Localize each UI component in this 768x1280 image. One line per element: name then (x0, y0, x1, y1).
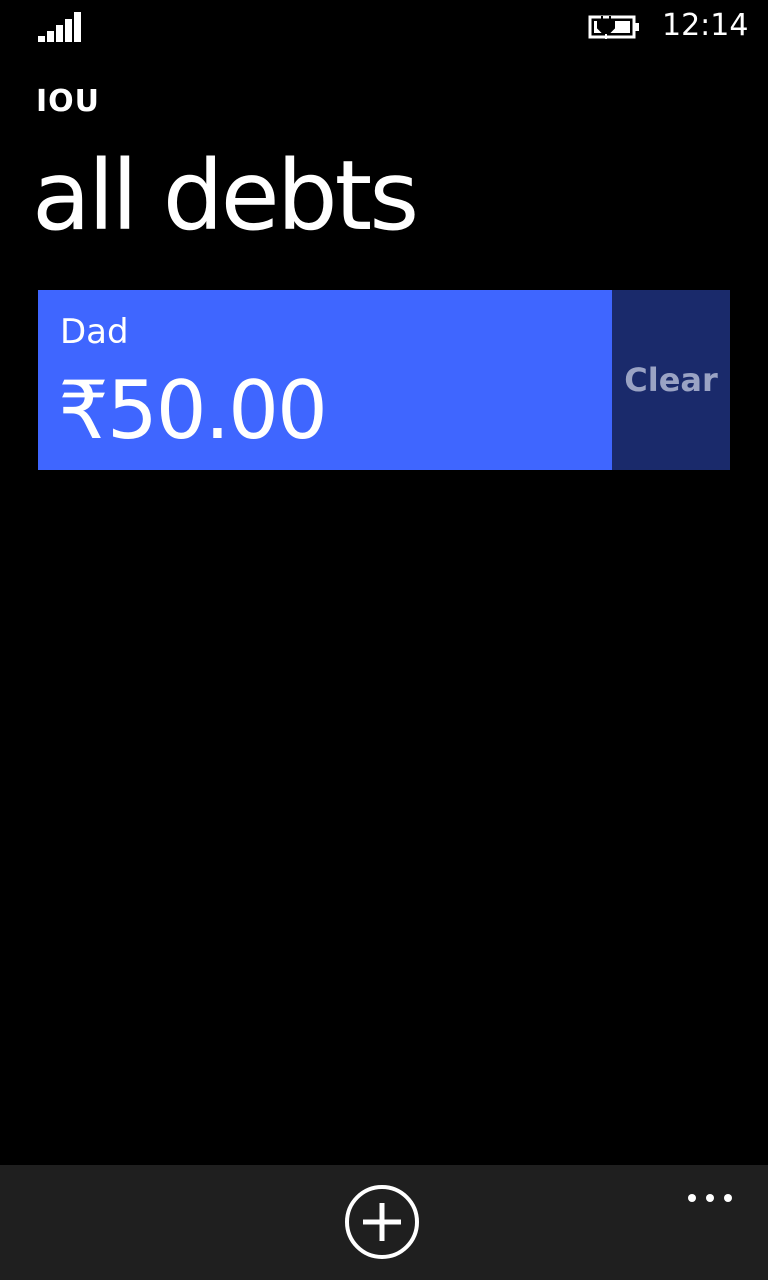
clear-debt-button[interactable]: Clear (612, 290, 730, 470)
app-title: IOU (36, 84, 101, 119)
page-title: all debts (32, 140, 419, 252)
ellipsis-icon[interactable] (682, 1175, 738, 1205)
signal-bars-icon (38, 12, 81, 42)
add-circle-icon[interactable] (344, 1184, 420, 1260)
app-bar (0, 1165, 768, 1280)
debt-item-body[interactable]: Dad ₹50.00 (38, 290, 612, 470)
debt-person-name: Dad (60, 312, 129, 352)
status-bar: 12:14 (0, 0, 768, 56)
status-time: 12:14 (662, 8, 749, 43)
clear-button-label: Clear (624, 361, 718, 399)
battery-charging-icon (588, 15, 639, 39)
debt-list-item[interactable]: Dad ₹50.00 Clear (38, 290, 730, 470)
debt-amount: ₹50.00 (58, 364, 328, 457)
